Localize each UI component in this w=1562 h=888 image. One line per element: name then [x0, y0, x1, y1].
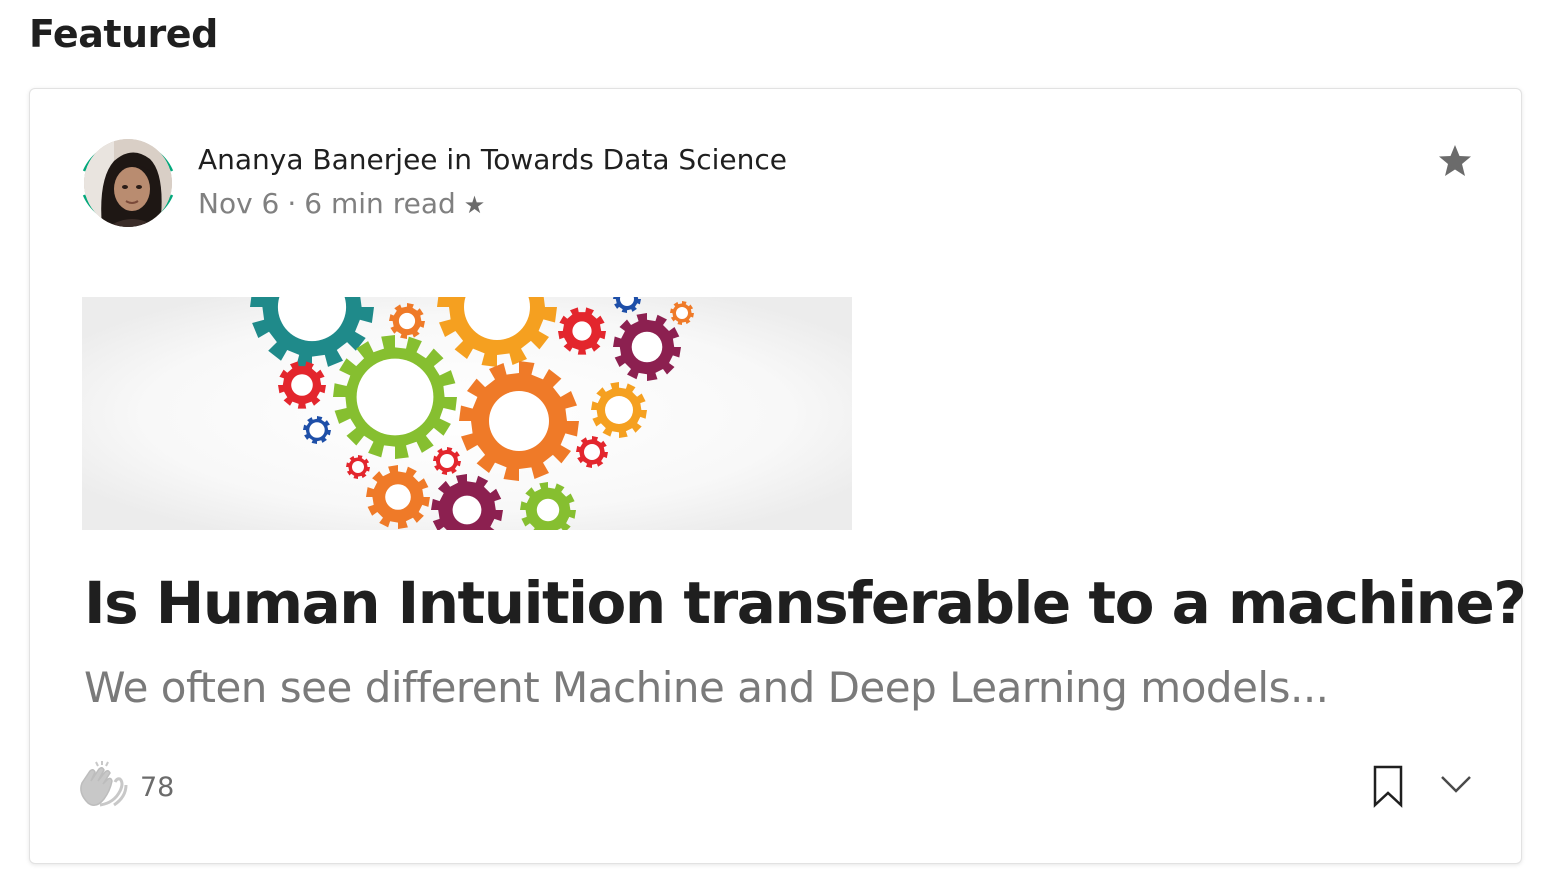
clap-count: 78: [140, 772, 175, 803]
bookmark-button[interactable]: [1368, 763, 1408, 809]
section-heading: Featured: [29, 12, 218, 56]
avatar-photo: [84, 139, 172, 227]
publication-link[interactable]: Towards Data Science: [481, 143, 787, 176]
meta-separator: ·: [287, 187, 297, 220]
author-avatar[interactable]: [76, 131, 180, 235]
chevron-down-icon: [1441, 776, 1471, 793]
clap-button[interactable]: [74, 757, 130, 813]
featured-post-card: Ananya Banerjee in Towards Data Science …: [29, 88, 1527, 864]
more-options-button[interactable]: [1434, 769, 1478, 801]
featured-star-button[interactable]: [1435, 141, 1475, 181]
author-line: Ananya Banerjee in Towards Data Science: [198, 143, 787, 176]
star-icon: [1439, 145, 1471, 176]
post-meta: Nov 6 · 6 min read ★: [198, 187, 485, 220]
post-date[interactable]: Nov 6: [198, 187, 279, 220]
post-title[interactable]: Is Human Intuition transferable to a mac…: [84, 569, 1527, 637]
author-name-link[interactable]: Ananya Banerjee: [198, 143, 438, 176]
gear-shape: [433, 447, 461, 475]
post-subtitle[interactable]: We often see different Machine and Deep …: [84, 663, 1329, 712]
author-connector: in: [437, 143, 481, 176]
read-time: 6 min read: [304, 187, 456, 220]
gears-illustration: [82, 297, 852, 530]
clap-icon: [80, 761, 128, 807]
post-hero-image[interactable]: [82, 297, 852, 530]
bookmark-icon: [1373, 765, 1403, 808]
avatar: [84, 139, 172, 227]
member-only-star-icon: ★: [463, 191, 486, 219]
